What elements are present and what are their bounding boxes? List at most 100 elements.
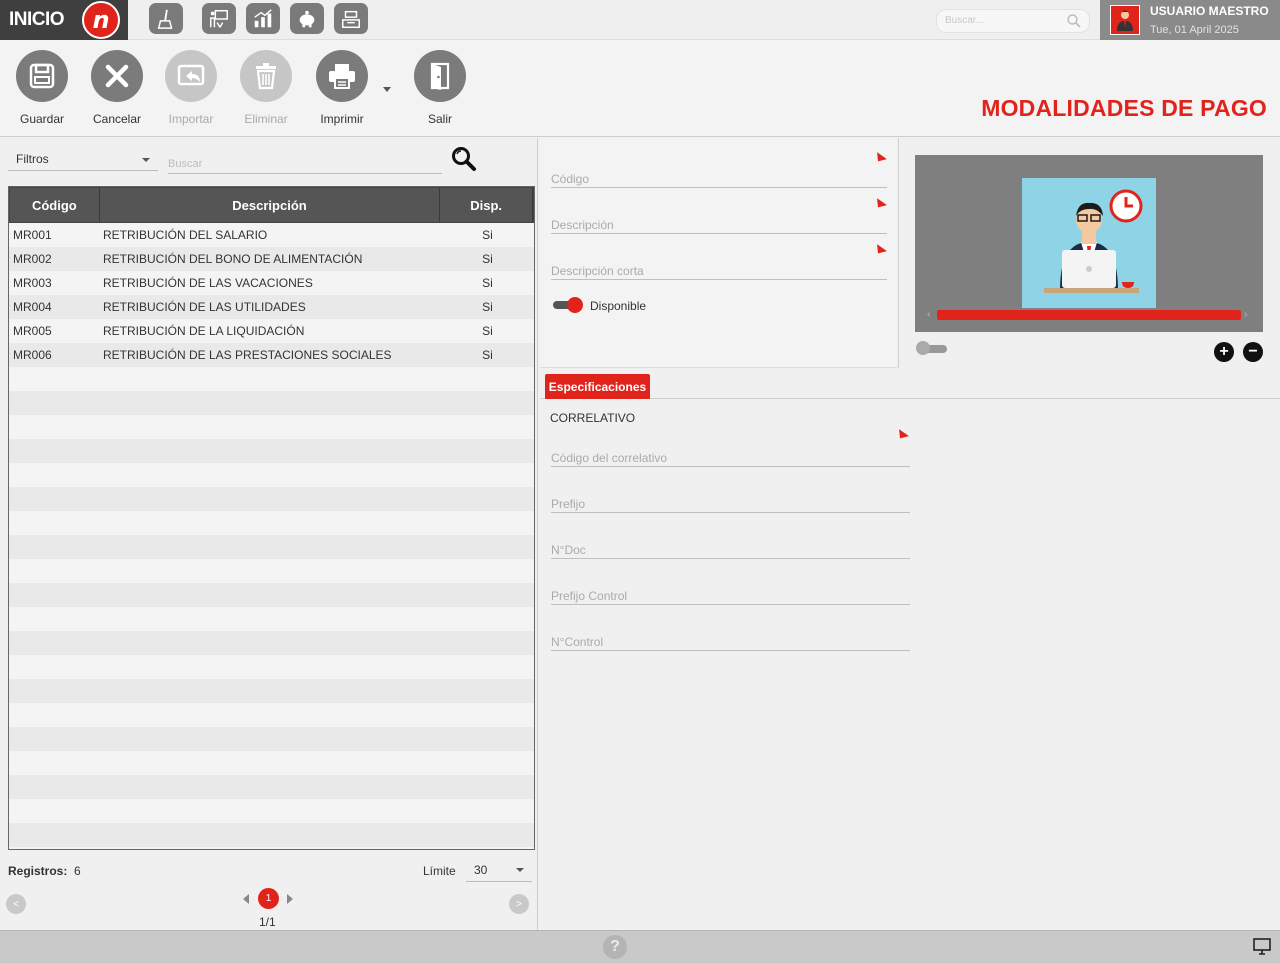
table-body: MR001 RETRIBUCIÓN DEL SALARIO Si MR002 RETRI… (9, 223, 534, 847)
table-row[interactable]: MR005 RETRIBUCIÓN DE LA LIQUIDACIÓN Si (9, 319, 534, 343)
limit-label: Límite (423, 864, 456, 878)
prev-page-icon[interactable] (243, 894, 249, 904)
code-field[interactable]: Código (551, 168, 887, 188)
monitor-icon[interactable] (1252, 936, 1272, 956)
next-page-icon[interactable] (287, 894, 293, 904)
cell-code: MR001 (13, 228, 52, 242)
cell-available: Si (482, 324, 493, 338)
top-bar: INICIO n Buscar... USUARIO MAESTRO Tue, … (0, 0, 1280, 40)
table-row[interactable] (9, 583, 534, 607)
scroll-right-button[interactable]: > (509, 894, 529, 914)
table-row[interactable] (9, 367, 534, 391)
available-toggle-knob[interactable] (567, 297, 583, 313)
search-icon[interactable] (1067, 14, 1081, 28)
table-row[interactable] (9, 655, 534, 679)
import-button[interactable]: Importar (156, 50, 226, 126)
logo-mark[interactable]: n (82, 1, 120, 39)
table-row[interactable] (9, 463, 534, 487)
remove-image-button[interactable]: − (1243, 342, 1263, 362)
filters-dropdown[interactable]: Filtros (8, 148, 158, 171)
cell-description: RETRIBUCIÓN DE LAS UTILIDADES (103, 300, 306, 314)
save-button[interactable]: Guardar (7, 50, 77, 126)
tab-strip: Especificaciones (540, 369, 1280, 399)
search-icon[interactable] (451, 146, 477, 172)
control-number-field[interactable]: N°Control (551, 631, 910, 651)
correlative-code-field[interactable]: Código del correlativo (551, 447, 910, 467)
chart-bars-icon[interactable] (246, 3, 280, 34)
required-marker-icon (873, 244, 887, 257)
page-number-button[interactable]: 1 (258, 888, 279, 909)
user-name: USUARIO MAESTRO (1150, 4, 1269, 18)
correlative-section-title: CORRELATIVO (550, 411, 636, 425)
limit-dropdown[interactable]: 30 (466, 858, 532, 882)
doc-number-field[interactable]: N°Doc (551, 539, 910, 559)
broom-icon[interactable] (149, 3, 183, 34)
table-row[interactable] (9, 391, 534, 415)
table-row[interactable] (9, 703, 534, 727)
image-scroll-bar[interactable] (937, 310, 1241, 320)
table-row[interactable]: MR006 RETRIBUCIÓN DE LAS PRESTACIONES SOC… (9, 343, 534, 367)
exit-button[interactable]: Salir (405, 50, 475, 126)
save-icon (29, 63, 55, 89)
table-row[interactable] (9, 679, 534, 703)
save-label: Guardar (19, 112, 65, 126)
short-description-field[interactable]: Descripción corta (551, 260, 887, 280)
table-row[interactable] (9, 535, 534, 559)
chevron-right-icon[interactable]: › (1244, 309, 1247, 320)
doc-number-placeholder: N°Doc (551, 543, 586, 557)
delete-label: Eliminar (244, 112, 288, 126)
image-toggle-knob[interactable] (916, 341, 930, 355)
table-row[interactable]: MR004 RETRIBUCIÓN DE LAS UTILIDADES Si (9, 295, 534, 319)
column-header-code[interactable]: Código (10, 188, 100, 222)
table-row[interactable] (9, 799, 534, 823)
table-row[interactable] (9, 775, 534, 799)
table-row[interactable] (9, 559, 534, 583)
status-bar: ? (0, 930, 1280, 963)
table-row[interactable] (9, 727, 534, 751)
delete-button[interactable]: Eliminar (231, 50, 301, 126)
table-row[interactable]: MR002 RETRIBUCIÓN DEL BONO DE ALIMENTACIÓ… (9, 247, 534, 271)
print-dropdown-icon[interactable] (383, 87, 391, 92)
table-row[interactable] (9, 751, 534, 775)
specifications-panel: Especificaciones CORRELATIVO Código del … (540, 369, 1280, 930)
cash-register-icon[interactable] (334, 3, 368, 34)
control-prefix-field[interactable]: Prefijo Control (551, 585, 910, 605)
trash-icon (256, 63, 276, 90)
table-row[interactable] (9, 439, 534, 463)
table-row[interactable] (9, 511, 534, 535)
table-row[interactable] (9, 631, 534, 655)
tab-especificaciones[interactable]: Especificaciones (545, 374, 650, 399)
cell-available: Si (482, 252, 493, 266)
table-row[interactable] (9, 415, 534, 439)
records-count: Registros: 6 (8, 864, 81, 878)
records-value: 6 (74, 864, 81, 878)
add-image-button[interactable]: + (1214, 342, 1234, 362)
table-row[interactable]: MR001 RETRIBUCIÓN DEL SALARIO Si (9, 223, 534, 247)
global-search-input[interactable]: Buscar... (936, 9, 1090, 33)
scroll-left-button[interactable]: < (6, 894, 26, 914)
cancel-button[interactable]: Cancelar (82, 50, 152, 126)
help-icon[interactable]: ? (603, 935, 627, 959)
column-header-available[interactable]: Disp. (440, 188, 533, 222)
presentation-icon[interactable] (202, 3, 236, 34)
cell-available: Si (482, 276, 493, 290)
illustration-image (1022, 178, 1156, 308)
table-row[interactable] (9, 487, 534, 511)
column-header-description[interactable]: Descripción (100, 188, 441, 222)
description-field[interactable]: Descripción (551, 214, 887, 234)
chevron-left-icon[interactable]: ‹ (927, 309, 930, 320)
chevron-down-icon (516, 868, 524, 872)
print-button[interactable]: Imprimir (307, 50, 377, 126)
prefix-placeholder: Prefijo (551, 497, 586, 511)
piggy-bank-icon[interactable] (290, 3, 324, 34)
table-row[interactable] (9, 607, 534, 631)
code-placeholder: Código (551, 172, 590, 186)
prefix-field[interactable]: Prefijo (551, 493, 910, 513)
list-search-placeholder: Buscar (168, 158, 203, 170)
table-row[interactable] (9, 823, 534, 847)
print-label: Imprimir (320, 112, 364, 126)
list-search-input[interactable]: Buscar (168, 152, 442, 174)
table-row[interactable]: MR003 RETRIBUCIÓN DE LAS VACACIONES Si (9, 271, 534, 295)
page-indicator: 1/1 (259, 915, 276, 929)
user-menu[interactable]: USUARIO MAESTRO Tue, 01 April 2025 (1100, 0, 1280, 40)
